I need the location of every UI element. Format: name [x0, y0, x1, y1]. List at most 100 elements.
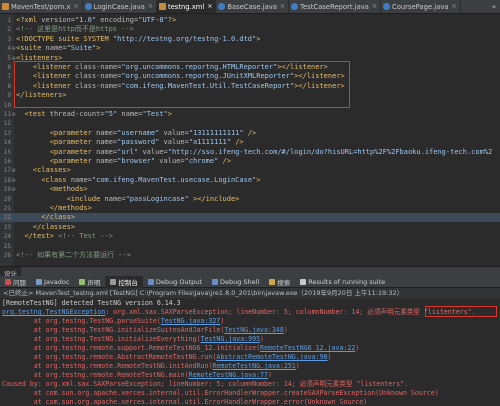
stacktrace-link[interactable]: org.testng.TestNGException: [2, 308, 105, 316]
code-line[interactable]: 3 <!DOCTYPE suite SYSTEM "http://testng.o…: [0, 35, 500, 44]
code-line[interactable]: 11 ⊖ <test thread-count="5" name="Test">: [0, 110, 500, 119]
close-icon[interactable]: ×: [207, 3, 212, 10]
code-line[interactable]: 4 ⊖ <suite name="Suite">: [0, 44, 500, 53]
code-line[interactable]: 9 </listeners>: [0, 91, 500, 100]
console-line: [RemoteTestNG] detected TestNG version 6…: [2, 299, 181, 308]
panel-tab-icon: [147, 278, 154, 285]
code-line[interactable]: 19 ⊖ <methods>: [0, 185, 500, 194]
code-line[interactable]: 22 </class>: [0, 213, 500, 223]
close-icon[interactable]: ×: [280, 3, 285, 10]
console-text: at org.testng.TestNG.parseSuite(: [2, 317, 161, 325]
tab-label: TestCaseReport.java: [299, 2, 369, 11]
editor-tab-bar: MavenTest/pom.x × LoginCase.java × testng.xm…: [0, 0, 500, 14]
console-output[interactable]: [RemoteTestNG] detected TestNG version 6…: [0, 298, 500, 406]
line-number: 3: [7, 35, 11, 43]
code-text: <include name="passLogincase" ></include…: [66, 194, 240, 203]
line-number: 24: [3, 233, 11, 241]
tab-maventest-pom-x[interactable]: MavenTest/pom.x ×: [0, 0, 83, 13]
code-text: </methods>: [49, 204, 92, 212]
console-line: at org.testng.remote.RemoteTestNG.initAn…: [2, 362, 300, 371]
code-text: </classes>: [32, 222, 76, 231]
panel-tab[interactable]: 控制台: [105, 275, 143, 288]
stacktrace-link[interactable]: RemoteTestNG.java:251: [212, 362, 295, 370]
code-text: <classes>: [32, 166, 71, 175]
close-icon[interactable]: ×: [148, 3, 153, 10]
panel-tab[interactable]: 声明: [74, 276, 105, 288]
tab-overflow-icon[interactable]: »: [492, 3, 500, 11]
console-text: at org.testng.remote.RemoteTestNG.initAn…: [2, 362, 213, 370]
code-line[interactable]: 15 <parameter name="url" value="http://s…: [0, 148, 500, 157]
tab-label: LoginCase.java: [93, 2, 145, 11]
code-line[interactable]: 16 <parameter name="browser" value="chro…: [0, 157, 500, 166]
code-line[interactable]: 20 <include name="passLogincase" ></incl…: [0, 195, 500, 204]
console-line: at org.testng.TestNG.initializeEverythin…: [2, 335, 264, 344]
panel-tab[interactable]: 问题: [0, 276, 31, 288]
line-number: 2: [7, 26, 11, 34]
stacktrace-link[interactable]: RemoteTestNG6_12.java:22: [260, 344, 355, 352]
code-line[interactable]: 21 </methods>: [0, 204, 500, 213]
console-text: at com.sun.org.apache.xerces.internal.ut…: [2, 389, 439, 397]
stacktrace-link[interactable]: TestNG.java:348: [224, 326, 284, 334]
code-line[interactable]: 6 <listener class-name="org.uncommons.re…: [0, 63, 500, 72]
panel-tab-icon: [36, 278, 42, 285]
stacktrace-link[interactable]: TestNG.java:995: [201, 335, 261, 343]
tab-testcasereport-java[interactable]: TestCaseReport.java ×: [289, 0, 381, 13]
code-line[interactable]: 24 </test> <!-- Test -->: [0, 232, 500, 241]
xml-file-icon: [158, 3, 166, 10]
code-line[interactable]: 8 <listener class-name="com.ifeng.MavenT…: [0, 82, 500, 91]
console-text: ): [327, 353, 332, 361]
code-line[interactable]: 17 ⊖ <classes>: [0, 166, 500, 175]
code-line[interactable]: 12: [0, 119, 500, 128]
code-line[interactable]: 25: [0, 242, 500, 251]
line-number: 14: [3, 139, 11, 147]
xml-editor[interactable]: 1 <?xml version="1.0" encoding="UTF-8"?> 2…: [0, 14, 500, 266]
close-icon[interactable]: ×: [74, 3, 79, 10]
panel-tab[interactable]: Results of running suite: [295, 276, 390, 288]
code-text: <parameter name="password" value="a11111…: [49, 138, 244, 147]
code-line[interactable]: 7 <listener class-name="org.uncommons.re…: [0, 72, 500, 81]
tab-label: testng.xml: [167, 2, 205, 11]
panel-tab[interactable]: 搜索: [264, 276, 295, 288]
stacktrace-link[interactable]: RemoteTestNG.java:77: [189, 371, 268, 379]
java-file-icon: [382, 3, 390, 10]
panel-tab[interactable]: Debug Output: [143, 276, 207, 288]
code-text: <class name="com.ifeng.MavenTest.usecase…: [41, 175, 261, 184]
line-number: 21: [3, 205, 11, 212]
panel-tab[interactable]: Debug Shell: [207, 276, 264, 288]
code-text: </test> <!-- Test -->: [24, 232, 113, 241]
stacktrace-link[interactable]: TestNG.java:327: [161, 317, 221, 325]
panel-tab-label: 声明: [87, 278, 101, 287]
code-text: <listener class-name="com.ifeng.MavenTes…: [32, 81, 345, 90]
code-line[interactable]: 2 <!-- 这里是http而不是https -->: [0, 25, 500, 34]
code-line[interactable]: 18 ⊖ <class name="com.ifeng.MavenTest.use…: [0, 176, 500, 185]
tab-basecase-java[interactable]: BaseCase.java ×: [216, 0, 289, 13]
code-line[interactable]: 13 <parameter name="username" value="131…: [0, 129, 500, 138]
console-text: : org.xml.sax.SAXParseException; lineNum…: [105, 308, 476, 316]
tab-coursepage-java[interactable]: CoursePage.java ×: [381, 0, 461, 13]
code-line[interactable]: 23 </classes>: [0, 223, 500, 232]
line-number: 13: [3, 129, 11, 137]
line-number: 15: [3, 148, 11, 156]
stacktrace-link[interactable]: AbstractRemoteTestNG.java:98: [216, 353, 327, 361]
code-line[interactable]: 14 <parameter name="password" value="a11…: [0, 138, 500, 147]
code-text: <!DOCTYPE suite SYSTEM "http://testng.or…: [16, 34, 261, 43]
tab-logincase-java[interactable]: LoginCase.java ×: [83, 0, 157, 13]
code-text: <test thread-count="5" name="Test">: [24, 110, 172, 118]
console-text: at org.testng.TestNG.initializeSuitesAnd…: [2, 326, 225, 334]
code-line[interactable]: 10: [0, 101, 500, 110]
panel-tab-label: Results of running suite: [308, 277, 386, 286]
console-status: <已终止> MavenTest_testng.xml [TestNG] C:\P…: [0, 288, 500, 298]
close-icon[interactable]: ×: [372, 3, 377, 10]
panel-tab[interactable]: Javadoc: [31, 276, 74, 288]
tab-testng-xml[interactable]: testng.xml ×: [156, 0, 217, 13]
code-text: <parameter name="browser" value="chrome"…: [49, 157, 231, 165]
code-text: <suite name="Suite">: [16, 44, 101, 53]
line-number: 1: [7, 17, 11, 24]
code-line[interactable]: 5 ⊖ <listeners>: [0, 54, 500, 63]
code-line[interactable]: 26 <!-- 如果有第二个方法要运行 -->: [0, 251, 500, 260]
code-line[interactable]: 1 <?xml version="1.0" encoding="UTF-8"?>: [0, 16, 500, 25]
line-number: 10: [3, 101, 11, 109]
close-icon[interactable]: ×: [452, 3, 457, 10]
panel-tab-label: Javadoc: [44, 277, 70, 286]
console-line: Caused by: org.xml.sax.SAXParseException…: [2, 380, 408, 389]
